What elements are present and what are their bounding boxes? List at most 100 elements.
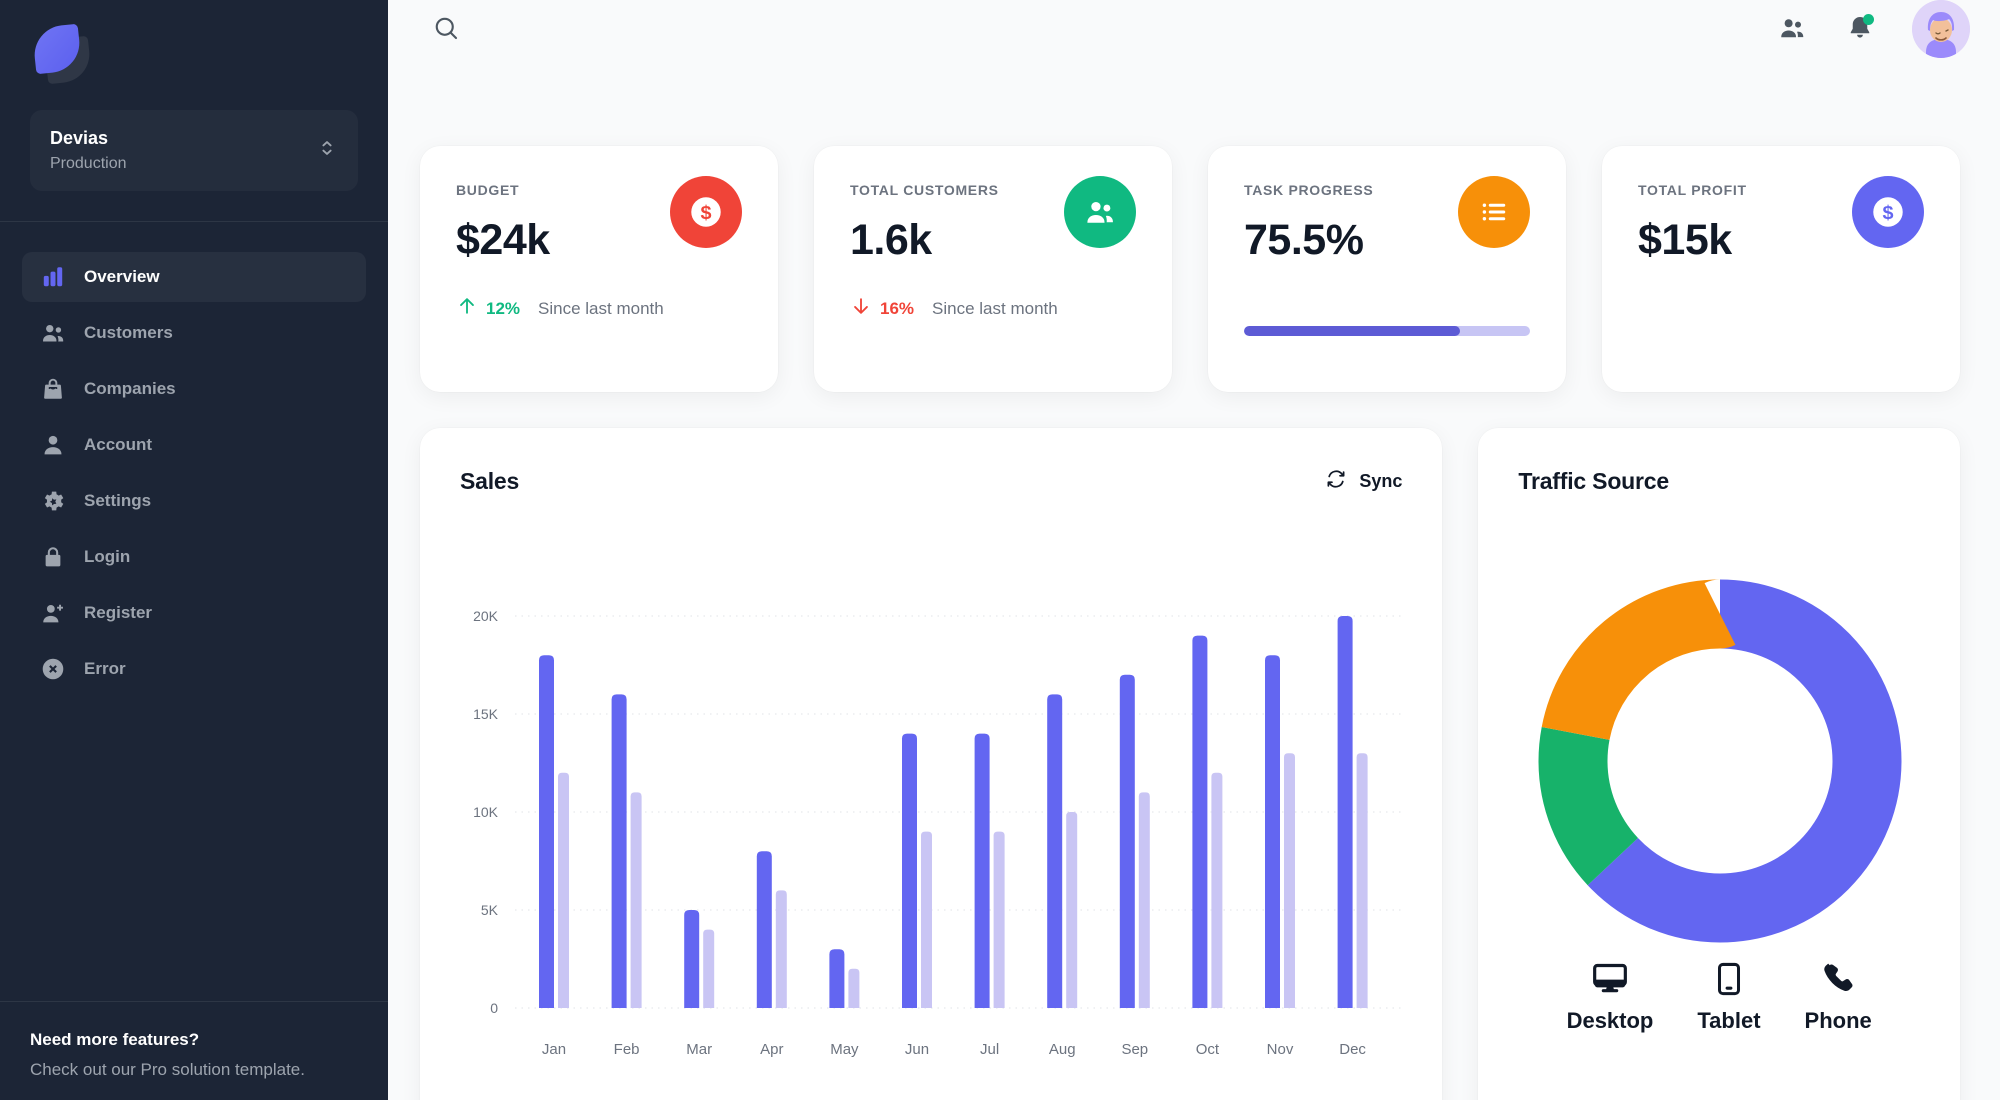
svg-text:Nov: Nov: [1267, 1041, 1294, 1058]
workspace-environment: Production: [50, 155, 127, 172]
total-profit-card: TOTAL PROFIT $15k $: [1602, 146, 1960, 392]
sidebar-item-label: Overview: [84, 267, 160, 286]
svg-text:Jul: Jul: [980, 1041, 999, 1058]
arrow-down-icon: [850, 295, 872, 322]
users-icon: [40, 320, 66, 346]
svg-text:15K: 15K: [473, 706, 499, 722]
trend-caption: Since last month: [538, 298, 664, 318]
svg-text:$: $: [1882, 202, 1893, 224]
contacts-button[interactable]: [1776, 13, 1808, 45]
device-desktop: Desktop: [1566, 954, 1654, 1034]
svg-text:Dec: Dec: [1339, 1041, 1366, 1058]
currency-dollar-icon: $: [1852, 176, 1924, 248]
svg-text:Mar: Mar: [686, 1041, 712, 1058]
task-progress-bar: [1244, 326, 1530, 336]
currency-dollar-icon: $: [670, 176, 742, 248]
stat-value: $24k: [456, 216, 550, 264]
content: BUDGET $24k $ 12% Since last month TOTAL…: [388, 58, 2000, 1100]
sidebar-item-label: Register: [84, 603, 153, 622]
device-legend: Desktop Tablet Phone: [1478, 954, 1960, 1034]
sidebar-item-companies[interactable]: Companies: [22, 364, 366, 414]
sidebar-footer: Need more features? Check out our Pro so…: [0, 1001, 388, 1100]
avatar[interactable]: [1912, 0, 1970, 58]
x-circle-icon: [40, 656, 66, 682]
user-plus-icon: [40, 600, 66, 626]
stat-label: TOTAL CUSTOMERS: [850, 182, 999, 198]
users-icon: [1064, 176, 1136, 248]
device-phone: Phone: [1805, 954, 1872, 1034]
svg-text:0: 0: [490, 1000, 498, 1016]
sidebar-item-label: Error: [84, 659, 126, 678]
footer-subtitle: Check out our Pro solution template.: [30, 1060, 305, 1079]
desktop-icon: [1590, 954, 1630, 998]
sidebar-item-settings[interactable]: Settings: [22, 476, 366, 526]
sidebar-item-label: Customers: [84, 323, 173, 342]
svg-text:Jan: Jan: [542, 1041, 566, 1058]
tablet-icon: [1710, 954, 1748, 998]
phone-icon: [1819, 954, 1857, 998]
device-label: Tablet: [1697, 1008, 1761, 1033]
svg-text:Jun: Jun: [905, 1041, 929, 1058]
lock-icon: [40, 544, 66, 570]
sidebar-item-customers[interactable]: Customers: [22, 308, 366, 358]
sidebar-item-label: Account: [84, 435, 152, 454]
sidebar-item-label: Companies: [84, 379, 176, 398]
trend-caption: Since last month: [932, 298, 1058, 318]
search-button[interactable]: [430, 13, 462, 45]
device-label: Phone: [1804, 1008, 1872, 1033]
sidebar: Devias Production Overview Customers Com…: [0, 0, 388, 1100]
task-progress-fill: [1244, 326, 1460, 336]
stat-label: TOTAL PROFIT: [1638, 182, 1747, 198]
arrow-up-icon: [456, 295, 478, 322]
total-customers-card: TOTAL CUSTOMERS 1.6k 16% Since last mont…: [814, 146, 1172, 392]
svg-text:Sep: Sep: [1121, 1041, 1148, 1058]
main-area: BUDGET $24k $ 12% Since last month TOTAL…: [388, 0, 2000, 1100]
sidebar-nav: Overview Customers Companies Account Set…: [0, 222, 388, 694]
svg-text:10K: 10K: [473, 804, 499, 820]
workspace-selector[interactable]: Devias Production: [30, 110, 358, 191]
svg-text:Feb: Feb: [614, 1041, 640, 1058]
svg-text:5K: 5K: [481, 902, 499, 918]
notification-dot: [1863, 14, 1874, 25]
search-icon: [431, 13, 461, 46]
stat-value: 75.5%: [1244, 216, 1364, 264]
sidebar-item-account[interactable]: Account: [22, 420, 366, 470]
svg-text:20K: 20K: [473, 608, 499, 624]
svg-text:Aug: Aug: [1049, 1041, 1076, 1058]
sidebar-item-overview[interactable]: Overview: [22, 252, 366, 302]
sidebar-item-error[interactable]: Error: [22, 644, 366, 694]
sidebar-item-register[interactable]: Register: [22, 588, 366, 638]
workspace-name: Devias: [50, 128, 109, 148]
stat-value: $15k: [1638, 216, 1732, 264]
trend-value: 16%: [880, 298, 915, 318]
list-bullet-icon: [1458, 176, 1530, 248]
svg-text:Oct: Oct: [1196, 1041, 1220, 1058]
user-icon: [40, 432, 66, 458]
dashboard-app: Devias Production Overview Customers Com…: [0, 0, 2000, 1100]
sales-card: Sales Sync 0 5K 10K 15K 20K Jan Feb Mar Apr May Ju…: [420, 428, 1443, 1100]
unfold-chevron-icon: [316, 137, 338, 164]
trend-value: 12%: [486, 298, 521, 318]
traffic-source-card: Traffic Source Desktop Tablet Phone: [1478, 428, 1960, 1100]
device-label: Desktop: [1566, 1008, 1654, 1033]
notifications-button[interactable]: [1844, 13, 1876, 45]
gear-icon: [40, 488, 66, 514]
devias-logo-icon[interactable]: [31, 23, 93, 85]
contacts-icon: [1777, 13, 1807, 46]
sidebar-item-login[interactable]: Login: [22, 532, 366, 582]
stat-label: BUDGET: [456, 182, 520, 198]
stat-label: TASK PROGRESS: [1244, 182, 1374, 198]
footer-title: Need more features?: [30, 1030, 200, 1049]
sidebar-item-label: Login: [84, 547, 131, 566]
sales-bar-chart: 0 5K 10K 15K 20K Jan Feb Mar Apr May Jun Jul Aug Sep O…: [473, 608, 1405, 1058]
charts-row: Sales Sync 0 5K 10K 15K 20K Jan Feb Mar Apr May Ju…: [420, 428, 1960, 1100]
svg-text:$: $: [700, 202, 711, 224]
stat-value: 1.6k: [850, 216, 932, 264]
sidebar-item-label: Settings: [84, 491, 152, 510]
topbar: [388, 0, 2000, 58]
chart-bar-icon: [40, 264, 66, 290]
stats-row: BUDGET $24k $ 12% Since last month TOTAL…: [420, 146, 1960, 392]
shopping-bag-icon: [40, 376, 66, 402]
svg-text:Apr: Apr: [760, 1041, 783, 1058]
device-tablet: Tablet: [1697, 954, 1761, 1034]
